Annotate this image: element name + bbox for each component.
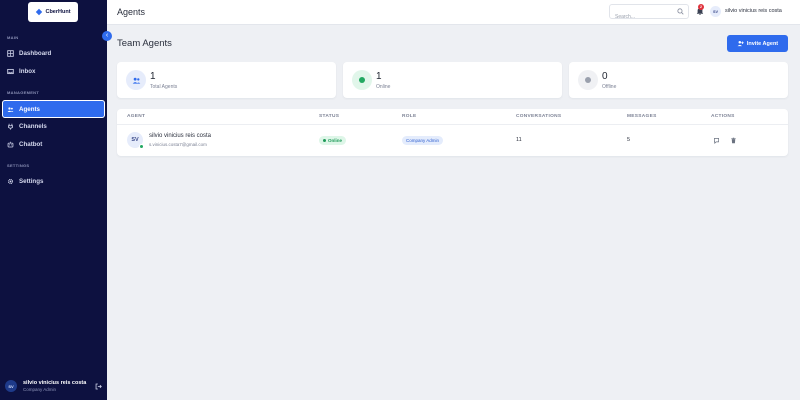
users-icon: [7, 106, 14, 112]
gear-icon: [7, 178, 14, 185]
page-header-title: Agents: [117, 7, 146, 17]
stat-value: 1: [376, 71, 382, 82]
section-label-settings: SETTINGS: [7, 163, 30, 168]
sidebar-user-name: silvio vinicius reis costa: [23, 380, 87, 386]
agent-name: silvio vinicius reis costa: [149, 133, 212, 139]
sidebar-item-agents[interactable]: Agents: [2, 100, 105, 118]
stat-label: Total Agents: [150, 84, 178, 90]
sidebar-item-settings[interactable]: Settings: [2, 173, 105, 190]
channels-icon: [8, 123, 13, 130]
notification-badge: 2: [698, 4, 704, 10]
search-icon[interactable]: [677, 8, 684, 15]
sidebar-item-channels[interactable]: Channels: [2, 118, 105, 135]
top-user-name[interactable]: silvio vinicius reis costa: [725, 8, 782, 14]
column-header-status: STATUS: [319, 114, 340, 119]
users-icon: [126, 70, 146, 90]
add-user-icon: [737, 40, 744, 47]
invite-agent-label: Invite Agent: [746, 40, 779, 47]
sidebar-item-dashboard[interactable]: Dashboard: [2, 45, 105, 62]
invite-agent-button[interactable]: Invite Agent: [727, 35, 788, 52]
role-badge: Company Admin: [402, 136, 444, 145]
sidebar-user: SV silvio vinicius reis costa Company Ad…: [0, 372, 107, 400]
trash-icon[interactable]: [730, 137, 737, 144]
stat-value: 0: [602, 71, 608, 82]
stat-value: 1: [150, 71, 156, 82]
status-dot: [323, 139, 326, 142]
status-text: Online: [328, 138, 343, 143]
search-input[interactable]: [610, 10, 670, 24]
column-header-agent: AGENT: [127, 114, 146, 119]
online-indicator: [139, 144, 144, 149]
stat-label: Offline: [602, 84, 617, 90]
avatar[interactable]: SV: [710, 6, 721, 17]
column-header-role: ROLE: [402, 114, 417, 119]
chatbot-icon: [7, 141, 14, 148]
avatar: SV: [5, 380, 17, 392]
sidebar-item-inbox[interactable]: Inbox: [2, 63, 105, 80]
status-badge: Online: [319, 136, 347, 145]
sidebar-item-label: Settings: [19, 178, 44, 185]
stat-card-offline: 0 Offline: [569, 62, 788, 98]
sidebar-user-role: Company Admin: [23, 386, 57, 392]
agent-email: s.vinicius.costa7@gmail.com: [149, 142, 207, 147]
sidebar-item-label: Channels: [19, 123, 47, 130]
table-row: SV silvio vinicius reis costa s.vinicius…: [117, 125, 788, 156]
stat-label: Online: [376, 84, 391, 90]
table-header: AGENT STATUS ROLE CONVERSATIONS MESSAGES…: [117, 109, 788, 125]
offline-dot-icon: [578, 70, 598, 90]
top-bar: Agents 2 SV silvio vinicius reis costa: [107, 0, 800, 25]
app-logo[interactable]: CberHunt: [28, 2, 78, 22]
logo-text: CberHunt: [45, 9, 71, 15]
stat-card-online: 1 Online: [343, 62, 562, 98]
chat-icon[interactable]: [713, 137, 720, 144]
stat-card-total: 1 Total Agents: [117, 62, 336, 98]
sidebar: CberHunt ‹ MAIN Dashboard Inbox MANAGEME…: [0, 0, 112, 400]
logo-icon: [36, 8, 43, 16]
column-header-actions: ACTIONS: [711, 114, 735, 119]
inbox-icon: [7, 68, 14, 75]
logout-icon[interactable]: [95, 383, 102, 390]
agents-table: AGENT STATUS ROLE CONVERSATIONS MESSAGES…: [117, 109, 788, 156]
section-label-management: MANAGEMENT: [7, 90, 40, 95]
sidebar-item-label: Dashboard: [19, 50, 52, 57]
sidebar-item-chatbot[interactable]: Chatbot: [2, 136, 105, 153]
section-label-main: MAIN: [7, 35, 19, 40]
dashboard-icon: [7, 50, 14, 57]
sidebar-item-label: Chatbot: [19, 141, 43, 148]
column-header-conversations: CONVERSATIONS: [516, 114, 562, 119]
messages-count: 5: [627, 137, 631, 143]
column-header-messages: MESSAGES: [627, 114, 657, 119]
conversations-count: 11: [516, 137, 522, 143]
online-dot-icon: [352, 70, 372, 90]
collapse-sidebar-button[interactable]: ‹: [102, 31, 112, 41]
sidebar-item-label: Agents: [19, 105, 40, 113]
sidebar-item-label: Inbox: [19, 68, 36, 75]
search-box: [609, 4, 689, 24]
page-title: Team Agents: [117, 38, 172, 49]
